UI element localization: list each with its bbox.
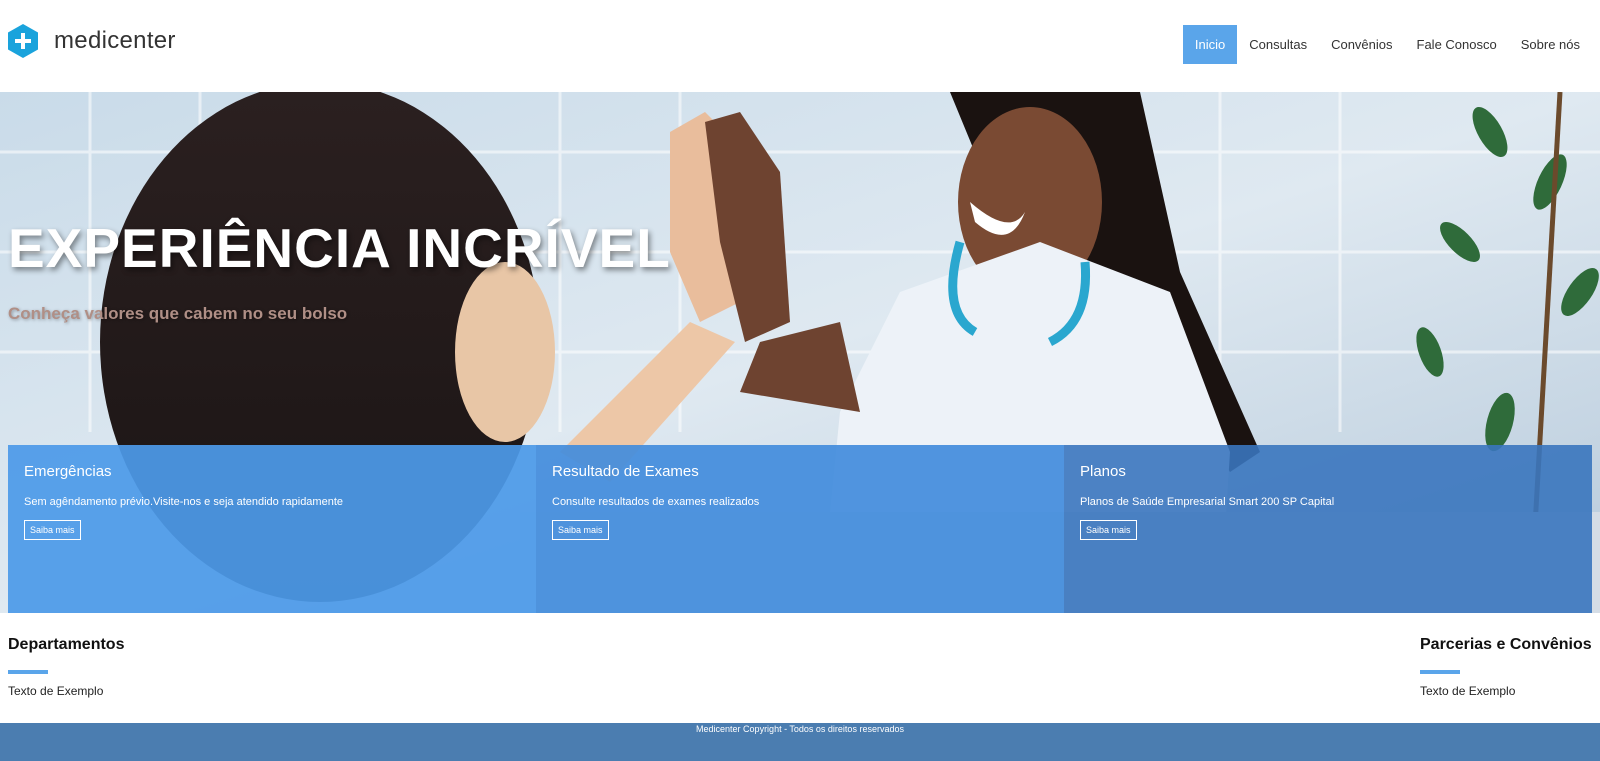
nav-item-sobre-nos[interactable]: Sobre nós bbox=[1509, 25, 1592, 64]
section-divider bbox=[1420, 670, 1460, 674]
card-planos: Planos Planos de Saúde Empresarial Smart… bbox=[1064, 445, 1592, 613]
card-title: Emergências bbox=[24, 463, 112, 480]
hero-subtitle: Conheça valores que cabem no seu bolso bbox=[8, 304, 348, 323]
feature-cards: Emergências Sem agêndamento prévio.Visit… bbox=[8, 445, 1592, 613]
hero-banner: EXPERIÊNCIA INCRÍVEL Conheça valores que… bbox=[0, 92, 1600, 613]
section-title: Departamentos bbox=[8, 636, 125, 653]
card-title: Planos bbox=[1080, 463, 1126, 480]
section-text: Texto de Exemplo bbox=[8, 684, 104, 698]
copyright-text: Medicenter Copyright - Todos os direitos… bbox=[696, 724, 904, 734]
site-header: medicenter Inicio Consultas Convênios Fa… bbox=[0, 0, 1600, 92]
main-nav: Inicio Consultas Convênios Fale Conosco … bbox=[1182, 25, 1592, 64]
nav-item-consultas[interactable]: Consultas bbox=[1237, 25, 1319, 64]
nav-item-convenios[interactable]: Convênios bbox=[1319, 25, 1404, 64]
saiba-mais-button[interactable]: Saiba mais bbox=[1080, 520, 1137, 540]
card-emergencias: Emergências Sem agêndamento prévio.Visit… bbox=[8, 445, 536, 613]
departments-section: Departamentos Texto de Exemplo bbox=[8, 636, 124, 698]
medical-cross-icon bbox=[8, 24, 38, 58]
section-text: Texto de Exemplo bbox=[1420, 684, 1516, 698]
section-title: Parcerias e Convênios bbox=[1420, 636, 1592, 653]
card-text: Sem agêndamento prévio.Visite-nos e seja… bbox=[24, 496, 343, 508]
saiba-mais-button[interactable]: Saiba mais bbox=[24, 520, 81, 540]
saiba-mais-button[interactable]: Saiba mais bbox=[552, 520, 609, 540]
hero-title: EXPERIÊNCIA INCRÍVEL bbox=[8, 217, 671, 279]
logo[interactable]: medicenter bbox=[8, 24, 176, 58]
card-resultado-exames: Resultado de Exames Consulte resultados … bbox=[536, 445, 1064, 613]
nav-item-inicio[interactable]: Inicio bbox=[1182, 25, 1238, 64]
card-text: Consulte resultados de exames realizados bbox=[552, 496, 760, 508]
brand-name: medicenter bbox=[54, 27, 176, 54]
nav-item-fale-conosco[interactable]: Fale Conosco bbox=[1405, 25, 1509, 64]
partners-section: Parcerias e Convênios Texto de Exemplo bbox=[1420, 636, 1592, 698]
card-text: Planos de Saúde Empresarial Smart 200 SP… bbox=[1080, 496, 1335, 508]
section-divider bbox=[8, 670, 48, 674]
site-footer: Medicenter Copyright - Todos os direitos… bbox=[0, 723, 1600, 761]
card-title: Resultado de Exames bbox=[552, 463, 699, 480]
